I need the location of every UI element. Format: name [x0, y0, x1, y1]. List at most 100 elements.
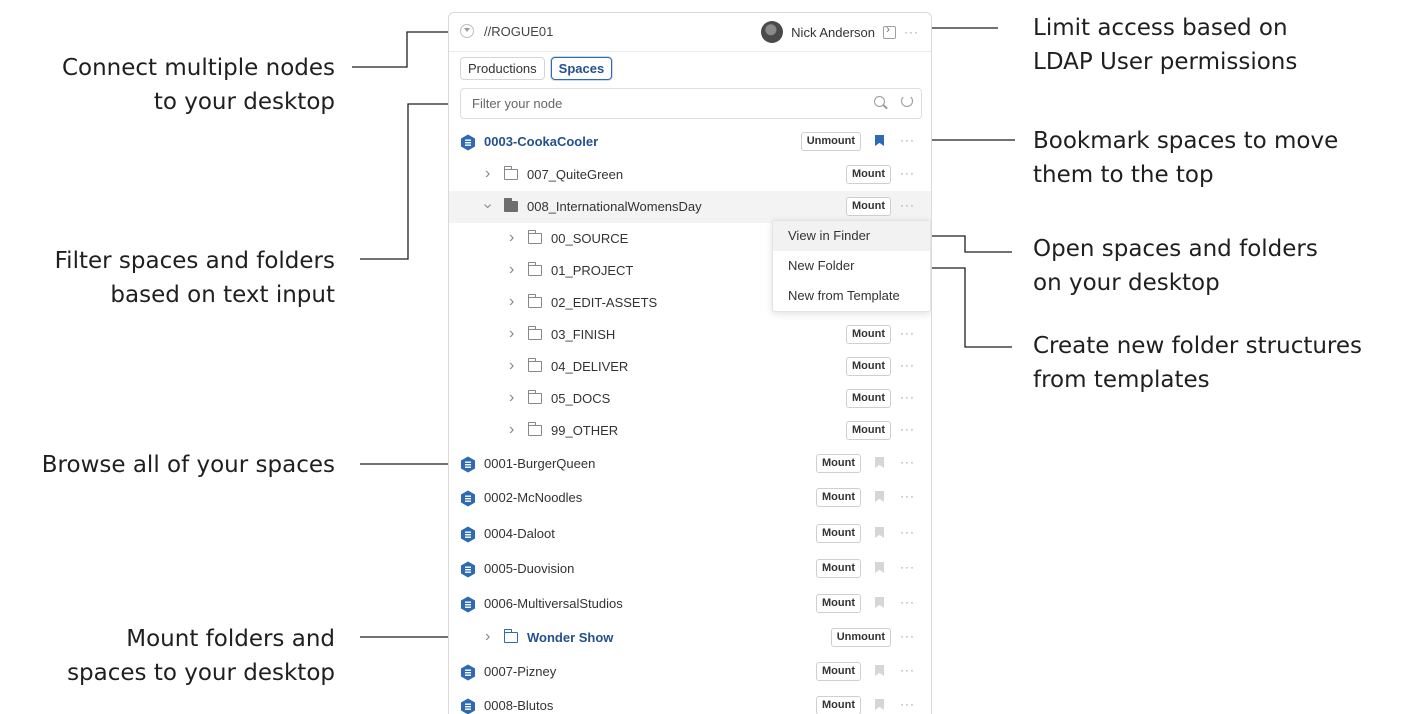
space-row[interactable]: 0002-McNoodles Mount ···: [449, 482, 931, 514]
callout-text: Browse all of your spaces: [41, 452, 335, 478]
more-options-icon[interactable]: ···: [900, 166, 915, 180]
folder-icon: [528, 358, 542, 372]
chevron-right-icon[interactable]: ›: [509, 357, 514, 375]
more-options-icon[interactable]: ···: [900, 455, 915, 469]
mount-button[interactable]: Mount: [846, 357, 891, 376]
folder-row[interactable]: › Wonder Show Unmount ···: [449, 622, 931, 654]
mount-button[interactable]: Mount: [846, 389, 891, 408]
logout-icon[interactable]: [883, 22, 896, 39]
more-options-icon[interactable]: ···: [900, 133, 915, 147]
callout-text: based on text input: [110, 282, 335, 308]
avatar[interactable]: [761, 21, 784, 43]
node-name[interactable]: //ROGUE01: [484, 24, 553, 39]
bookmark-icon[interactable]: [875, 597, 884, 608]
menu-item-view-in-finder[interactable]: View in Finder: [773, 221, 930, 251]
space-row[interactable]: 0008-Blutos Mount ···: [449, 690, 931, 714]
subfolder-row[interactable]: › 05_DOCS Mount ···: [449, 383, 931, 415]
callout-text: from templates: [1033, 367, 1210, 393]
menu-item-new-from-template[interactable]: New from Template: [773, 281, 930, 311]
mount-button[interactable]: Mount: [816, 524, 861, 543]
space-row[interactable]: 0005-Duovision Mount ···: [449, 553, 931, 585]
mount-button[interactable]: Mount: [846, 325, 891, 344]
node-toggle-icon[interactable]: [460, 24, 474, 38]
line-connect-nodes: [352, 31, 448, 68]
bookmark-icon[interactable]: [875, 457, 884, 468]
mount-button[interactable]: Mount: [846, 421, 891, 440]
folder-row[interactable]: › 008_InternationalWomensDay Mount ···: [449, 191, 931, 223]
more-options-icon[interactable]: ···: [900, 390, 915, 404]
bookmark-icon[interactable]: [875, 562, 884, 573]
subfolder-row[interactable]: › 99_OTHER Mount ···: [449, 415, 931, 447]
chevron-right-icon[interactable]: ›: [485, 628, 490, 646]
chevron-right-icon[interactable]: ›: [509, 293, 514, 311]
chevron-right-icon[interactable]: ›: [509, 261, 514, 279]
chevron-right-icon[interactable]: ›: [509, 229, 514, 247]
space-label: 0006-MultiversalStudios: [484, 596, 623, 611]
bookmark-icon[interactable]: [875, 665, 884, 676]
tab-productions[interactable]: Productions: [460, 57, 545, 80]
space-row[interactable]: 0006-MultiversalStudios Mount ···: [449, 588, 931, 620]
bookmark-icon[interactable]: [875, 699, 884, 710]
space-row[interactable]: 0001-BurgerQueen Mount ···: [449, 448, 931, 480]
mount-button[interactable]: Mount: [846, 197, 891, 216]
space-row[interactable]: 0004-Daloot Mount ···: [449, 518, 931, 550]
mount-button[interactable]: Mount: [816, 559, 861, 578]
more-options-icon[interactable]: ···: [900, 629, 915, 643]
folder-label: 02_EDIT-ASSETS: [551, 295, 658, 310]
more-options-icon[interactable]: ···: [900, 697, 915, 711]
mount-button[interactable]: Mount: [816, 662, 861, 681]
subfolder-row[interactable]: › 04_DELIVER Mount ···: [449, 351, 931, 383]
filter-box: [460, 88, 922, 119]
mount-button[interactable]: Mount: [816, 488, 861, 507]
more-options-icon[interactable]: ···: [900, 198, 915, 212]
more-options-icon[interactable]: ···: [900, 358, 915, 372]
tab-spaces[interactable]: Spaces: [550, 57, 613, 80]
context-menu: View in Finder New Folder New from Templ…: [772, 220, 931, 312]
mount-button[interactable]: Mount: [816, 594, 861, 613]
unmount-button[interactable]: Unmount: [800, 132, 861, 151]
space-label: 0004-Daloot: [484, 526, 555, 541]
space-row[interactable]: 0007-Pizney Mount ···: [449, 656, 931, 688]
space-icon: [461, 134, 475, 151]
more-options-icon[interactable]: ···: [904, 25, 919, 39]
refresh-icon[interactable]: [901, 95, 913, 107]
folder-row[interactable]: › 007_QuiteGreen Mount ···: [449, 159, 931, 191]
more-options-icon[interactable]: ···: [900, 560, 915, 574]
bookmark-icon[interactable]: [875, 491, 884, 502]
callout-create: Create new folder structures from templa…: [1033, 329, 1362, 397]
mount-button[interactable]: Mount: [816, 454, 861, 473]
more-options-icon[interactable]: ···: [900, 595, 915, 609]
bookmark-icon[interactable]: [875, 135, 884, 146]
space-icon: [461, 526, 475, 543]
filter-input[interactable]: [470, 95, 854, 112]
menu-item-new-folder[interactable]: New Folder: [773, 251, 930, 281]
user-area: Nick Anderson ···: [761, 21, 919, 43]
more-options-icon[interactable]: ···: [900, 525, 915, 539]
tab-bar: Productions Spaces: [460, 57, 613, 80]
chevron-down-icon[interactable]: ›: [479, 203, 497, 208]
more-options-icon[interactable]: ···: [900, 489, 915, 503]
callout-ldap: Limit access based on LDAP User permissi…: [1033, 11, 1297, 79]
mount-button[interactable]: Mount: [846, 165, 891, 184]
more-options-icon[interactable]: ···: [900, 663, 915, 677]
callout-text: Create new folder structures: [1033, 333, 1363, 359]
more-options-icon[interactable]: ···: [900, 422, 915, 436]
unmount-button[interactable]: Unmount: [830, 628, 891, 647]
more-options-icon[interactable]: ···: [900, 326, 915, 340]
folder-open-icon: [504, 198, 518, 212]
user-name[interactable]: Nick Anderson: [791, 25, 875, 40]
folder-icon: [504, 629, 518, 643]
bookmark-icon[interactable]: [875, 527, 884, 538]
subfolder-row[interactable]: › 03_FINISH Mount ···: [449, 319, 931, 351]
chevron-right-icon[interactable]: ›: [509, 389, 514, 407]
chevron-right-icon[interactable]: ›: [509, 325, 514, 343]
app-panel: //ROGUE01 Nick Anderson ··· Productions …: [448, 12, 932, 714]
callout-text: Connect multiple nodes: [61, 55, 335, 81]
space-row[interactable]: 0003-CookaCooler Unmount ···: [449, 126, 931, 158]
mount-button[interactable]: Mount: [816, 696, 861, 714]
space-label: 0003-CookaCooler: [484, 134, 599, 149]
chevron-right-icon[interactable]: ›: [509, 421, 514, 439]
line-open: [922, 235, 1012, 253]
search-icon[interactable]: [874, 96, 885, 107]
chevron-right-icon[interactable]: ›: [485, 165, 490, 183]
